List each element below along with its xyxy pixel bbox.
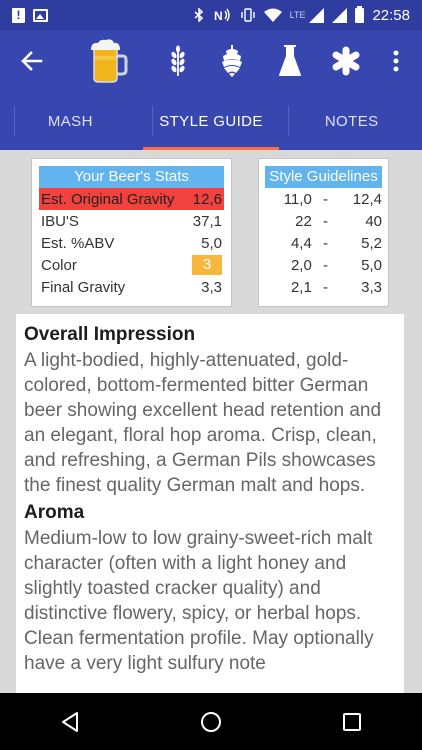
stat-row-final-gravity: Final Gravity 3,3	[39, 276, 224, 298]
stat-value: 37,1	[192, 212, 222, 230]
style-guide-content[interactable]: Your Beer's Stats Est. Original Gravity …	[0, 150, 422, 693]
signal-icon	[309, 7, 325, 23]
tab-mash[interactable]: MASH	[0, 92, 141, 150]
system-nav-bar	[0, 693, 422, 750]
guideline-high: 5,0	[361, 256, 382, 274]
tab-style-guide[interactable]: STYLE GUIDE	[141, 92, 282, 150]
nav-home-button[interactable]	[181, 693, 241, 750]
hops-icon	[222, 45, 242, 77]
guideline-row: 2,1 - 3,3	[265, 276, 382, 298]
guideline-row: 2,0 - 5,0	[265, 254, 382, 276]
style-guidelines-card: Style Guidelines 11,0 - 12,4 22 - 40 4,4…	[258, 158, 389, 307]
yeast-button[interactable]	[272, 30, 308, 92]
back-triangle-icon	[62, 711, 79, 732]
tab-notes[interactable]: NOTES	[281, 92, 422, 150]
beer-stats-card: Your Beer's Stats Est. Original Gravity …	[31, 158, 232, 307]
stat-label: IBU'S	[41, 212, 79, 230]
guideline-row: 22 - 40	[265, 210, 382, 232]
stat-row-ibu: IBU'S 37,1	[39, 210, 224, 232]
wheat-icon	[171, 45, 185, 76]
color-swatch: 3	[192, 255, 222, 275]
stat-value: 5,0	[201, 234, 222, 252]
guideline-high: 40	[365, 212, 382, 230]
status-time: 22:58	[372, 6, 410, 24]
stat-label: Est. %ABV	[41, 234, 115, 252]
app-bar	[0, 30, 422, 92]
hops-button[interactable]	[214, 30, 250, 92]
guideline-sep: -	[322, 256, 328, 274]
other-ingredients-button[interactable]	[328, 30, 364, 92]
image-icon	[33, 8, 48, 22]
vibrate-icon	[240, 8, 255, 22]
wifi-icon	[263, 8, 282, 22]
status-bar: ! N LTE 22:58	[0, 0, 422, 30]
stat-row-original-gravity: Est. Original Gravity 12,6	[39, 188, 224, 210]
nfc-icon: N	[214, 8, 230, 22]
beer-tab-button[interactable]	[82, 30, 130, 92]
guideline-row: 4,4 - 5,2	[265, 232, 382, 254]
guideline-sep: -	[322, 278, 328, 296]
nav-back-button[interactable]	[40, 693, 100, 750]
guideline-low: 11,0	[283, 190, 312, 208]
stat-label: Final Gravity	[41, 278, 126, 296]
stat-row-color: Color 3	[39, 254, 224, 276]
section-heading-aroma: Aroma	[24, 502, 85, 523]
back-arrow-icon	[21, 51, 43, 71]
battery-icon	[355, 5, 365, 23]
guideline-low: 2,0	[290, 256, 312, 274]
recents-square-icon	[342, 712, 361, 731]
stat-value: 12,6	[192, 190, 222, 208]
guideline-sep: -	[322, 190, 328, 208]
guideline-high: 5,2	[361, 234, 382, 252]
overflow-menu-button[interactable]	[384, 30, 408, 92]
home-circle-icon	[200, 711, 221, 732]
guideline-sep: -	[322, 234, 328, 252]
stat-value: 3,3	[201, 278, 222, 296]
style-guidelines-title: Style Guidelines	[265, 166, 382, 188]
grains-button[interactable]	[160, 30, 196, 92]
stat-label: Est. Original Gravity	[41, 190, 175, 208]
bluetooth-icon	[194, 8, 203, 22]
flask-icon	[279, 45, 301, 76]
guideline-low: 22	[295, 212, 312, 230]
style-description-card: Overall Impression A light-bodied, highl…	[16, 314, 404, 693]
guideline-high: 3,3	[361, 278, 382, 296]
nav-recents-button[interactable]	[322, 693, 382, 750]
tab-bar: MASH STYLE GUIDE NOTES	[0, 92, 422, 150]
section-body-aroma: Medium-low to low grainy-sweet-rich malt…	[24, 528, 374, 674]
more-vert-icon	[393, 50, 399, 72]
section-heading-overall-impression: Overall Impression	[24, 324, 196, 345]
stat-row-abv: Est. %ABV 5,0	[39, 232, 224, 254]
guideline-low: 4,4	[290, 234, 312, 252]
alert-icon: !	[12, 7, 25, 23]
asterisk-icon	[332, 46, 360, 76]
beer-stats-title: Your Beer's Stats	[39, 166, 224, 188]
guideline-sep: -	[322, 212, 328, 230]
guideline-row: 11,0 - 12,4	[265, 188, 382, 210]
stat-label: Color	[41, 256, 77, 274]
signal-icon-2	[332, 7, 348, 23]
network-type-label: LTE	[289, 10, 306, 20]
guideline-high: 12,4	[352, 190, 382, 208]
back-button[interactable]	[14, 30, 50, 92]
svg-text:N: N	[214, 9, 223, 22]
guideline-low: 2,1	[290, 278, 312, 296]
beer-mug-icon	[91, 39, 128, 83]
section-body-overall-impression: A light-bodied, highly-attenuated, gold-…	[24, 350, 382, 496]
